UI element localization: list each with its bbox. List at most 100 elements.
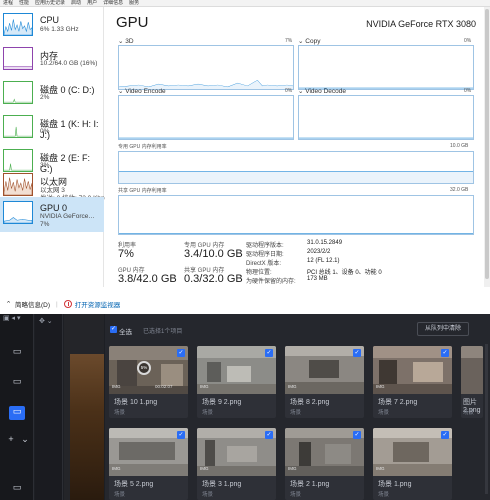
sidebar-item-cpu[interactable]: CPU 6% 1.33 GHz: [0, 9, 104, 42]
card-subtitle: 场景: [378, 492, 390, 498]
sidebar-item-memory[interactable]: 内存 10.2/64.0 GB (16%): [0, 43, 104, 76]
render-queue-icon[interactable]: ▭: [9, 406, 25, 420]
gpu-memory-value: 3.8/42.0 GB: [118, 273, 177, 285]
queue-card[interactable]: ✓ IMG 场景 3 1.png 场景: [197, 428, 276, 500]
render-app-window: ▣ ◂ ▾ ▭ ▭ ▭ + ⌄ ▭ ✥ ⌄ ✓ 全选 已选择1个项目 从队列中清…: [0, 314, 490, 500]
info-key: 驱动程序日期:: [246, 252, 284, 258]
select-all-checkbox[interactable]: ✓: [110, 326, 117, 333]
queue-card[interactable]: ✓ IMG 场景 7 2.png 场景: [373, 346, 452, 418]
scrollbar-thumb[interactable]: [485, 9, 489, 279]
card-checkbox[interactable]: ✓: [441, 349, 449, 357]
info-value: PCI 总线 1、设备 0、功能 0: [307, 270, 382, 276]
shared-memory-stat-value: 0.3/32.0 GB: [184, 273, 243, 285]
image-icon[interactable]: ▭: [9, 482, 25, 496]
dedicated-memory-label: 专用 GPU 内存利用率: [118, 144, 167, 150]
file-type-badge: IMG: [288, 466, 297, 471]
info-key: DirectX 版本:: [246, 261, 282, 267]
file-type-badge: IMG: [112, 384, 121, 389]
queue-card[interactable]: 图片 2.png 场景: [461, 346, 483, 418]
file-type-badge: IMG: [288, 384, 297, 389]
tab-services[interactable]: 服务: [126, 0, 142, 6]
move-icon[interactable]: ✥ ⌄: [39, 317, 53, 325]
ethernet-thumbnail: [3, 173, 33, 196]
sidebar-item-disk-0[interactable]: 磁盘 0 (C: D:) 2%: [0, 77, 104, 110]
tab-startup[interactable]: 启动: [68, 0, 84, 6]
card-subtitle: 场景: [202, 410, 214, 416]
open-resource-monitor-link[interactable]: 打开资源监视器: [75, 299, 121, 309]
sidebar-item-name: CPU: [40, 15, 60, 25]
card-title: 场景 3 1.png: [202, 481, 242, 488]
queue-card[interactable]: ✓ IMG 场景 2 1.png 场景: [285, 428, 364, 500]
tab-app-history[interactable]: 应用历史记录: [32, 0, 68, 6]
disk-thumbnail: [3, 115, 33, 138]
card-subtitle: 场景: [114, 410, 126, 416]
gpu-detail-pane: GPU NVIDIA GeForce RTX 3080 ⌄ 3D 7% ⌄ Co…: [110, 7, 482, 287]
info-value: 12 (FL 12.1): [307, 258, 340, 264]
tab-bar: 进程 性能 应用历史记录 启动 用户 详细信息 服务: [0, 0, 490, 7]
window-controls: ▣ ◂ ▾: [3, 315, 21, 322]
card-checkbox[interactable]: ✓: [177, 431, 185, 439]
info-value: 2023/2/2: [307, 249, 331, 255]
tool-strip: ✥ ⌄: [35, 314, 63, 500]
info-key: 为硬件保留的内存:: [246, 279, 296, 285]
selected-count: 已选择1个项目: [143, 329, 183, 335]
sidebar-item-gpu-0[interactable]: GPU 0 NVIDIA GeForce… 7%: [0, 197, 104, 232]
video-icon[interactable]: ▭: [9, 376, 25, 390]
page-title: GPU: [116, 14, 149, 31]
tab-performance[interactable]: 性能: [16, 0, 32, 6]
engine-label: 3D: [125, 38, 134, 45]
card-checkbox[interactable]: ✓: [353, 431, 361, 439]
file-type-badge: IMG: [200, 384, 209, 389]
tab-details[interactable]: 详细信息: [100, 0, 126, 6]
tab-users[interactable]: 用户: [84, 0, 100, 6]
dedicated-memory-stat-value: 3.4/10.0 GB: [184, 248, 243, 260]
engine-selector-copy[interactable]: ⌄ Copy: [298, 37, 320, 45]
card-subtitle: 场景: [378, 410, 390, 416]
queue-card[interactable]: ✓ IMG 场景 8 2.png 场景: [285, 346, 364, 418]
engine-selector-video-decode[interactable]: ⌄ Video Decode: [298, 87, 346, 95]
render-queue-panel: ✓ 全选 已选择1个项目 从队列中清除 ✓ 5% IMG 00:02:07 场景…: [105, 314, 490, 500]
card-checkbox[interactable]: ✓: [265, 349, 273, 357]
card-subtitle: 场景: [114, 492, 126, 498]
queue-card[interactable]: ✓ 5% IMG 00:02:07 场景 10 1.png 场景: [109, 346, 188, 418]
card-checkbox[interactable]: ✓: [177, 349, 185, 357]
card-checkbox[interactable]: ✓: [353, 349, 361, 357]
file-type-badge: IMG: [376, 384, 385, 389]
info-value: 31.0.15.2849: [307, 240, 343, 246]
sidebar-item-name: 磁盘 1 (K: H: I: J:): [40, 119, 99, 140]
graph-dedicated-memory: [118, 151, 474, 184]
utilization-value: 7%: [118, 248, 134, 260]
info-key: 物理位置:: [246, 270, 272, 276]
graph-3d: [118, 45, 294, 90]
engine-selector-video-encode[interactable]: ⌄ Video Encode: [118, 87, 166, 95]
select-all-label[interactable]: 全选: [119, 326, 132, 336]
dedicated-memory-max: 10.0 GB: [450, 143, 469, 149]
vertical-scrollbar[interactable]: [484, 7, 490, 287]
sidebar-item-detail: 0%: [40, 128, 50, 135]
resource-monitor-icon: [63, 300, 72, 308]
engine-percent: 0%: [464, 88, 472, 94]
engine-percent: 0%: [464, 38, 472, 44]
camera-icon[interactable]: ▭: [9, 346, 25, 360]
tab-processes[interactable]: 进程: [0, 0, 16, 6]
card-subtitle: 场景: [290, 492, 302, 498]
sidebar-item-disk-1[interactable]: 磁盘 1 (K: H: I: J:) 0%: [0, 111, 104, 144]
queue-card[interactable]: ✓ IMG 场景 9 2.png 场景: [197, 346, 276, 418]
queue-card[interactable]: ✓ IMG 场景 1.png 场景: [373, 428, 452, 500]
card-subtitle: 场景: [290, 410, 302, 416]
chevron-down-icon[interactable]: ⌄: [17, 434, 33, 448]
clear-queue-button[interactable]: 从队列中清除: [417, 322, 469, 336]
queue-card[interactable]: ✓ IMG 场景 5 2.png 场景: [109, 428, 188, 500]
sidebar-item-detail: 2%: [40, 94, 50, 101]
engine-label: Copy: [305, 38, 321, 45]
render-time: 00:02:07: [155, 384, 173, 389]
card-subtitle: 场景: [202, 492, 214, 498]
chevron-up-icon[interactable]: ⌃: [4, 300, 13, 309]
engine-selector-3d[interactable]: ⌄ 3D: [118, 37, 134, 45]
preview-viewport: [64, 314, 104, 500]
card-checkbox[interactable]: ✓: [441, 431, 449, 439]
queue-scrollbar[interactable]: [485, 344, 488, 494]
fewer-details-link[interactable]: 简略信息(D): [15, 299, 50, 309]
task-manager-window: 进程 性能 应用历史记录 启动 用户 详细信息 服务 CPU 6% 1.33 G…: [0, 0, 490, 312]
card-checkbox[interactable]: ✓: [265, 431, 273, 439]
